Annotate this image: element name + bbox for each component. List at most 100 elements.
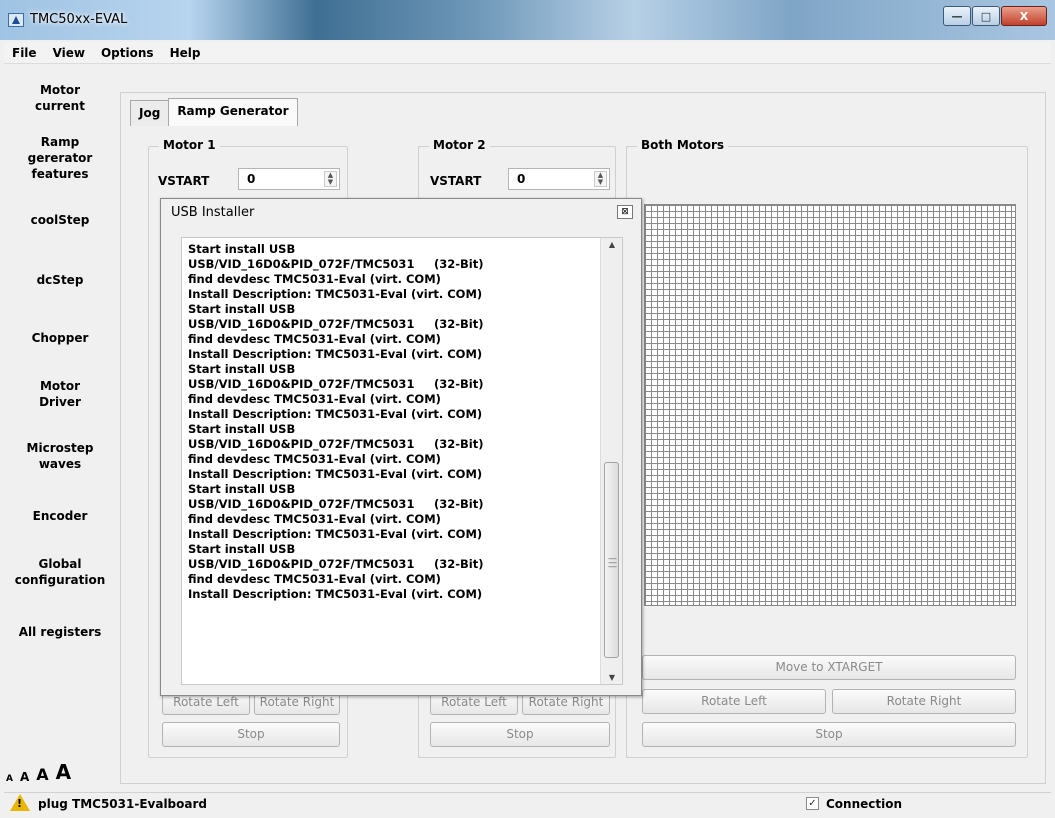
log-line: Install Description: TMC5031-Eval (virt.… <box>188 347 598 362</box>
dialog-title: USB Installer <box>171 205 255 220</box>
font-size-m[interactable]: A <box>36 765 48 784</box>
menu-view[interactable]: View <box>53 46 85 60</box>
log-line-text: Install Description: TMC5031-Eval (virt.… <box>188 527 483 541</box>
log-line-text: USB/VID_16D0&PID_072F/TMC5031 <box>188 497 415 511</box>
motor1-vstart-input[interactable]: 0 ▲ ▼ <box>238 168 340 190</box>
log-line-text: USB/VID_16D0&PID_072F/TMC5031 <box>188 377 415 391</box>
motor1-vstart-label: VSTART <box>158 174 210 188</box>
motor2-stop-button[interactable]: Stop <box>430 722 610 747</box>
font-size-s[interactable]: A <box>20 770 29 784</box>
motion-grid <box>644 204 1016 606</box>
sidebar-item-all-registers[interactable]: All registers <box>4 624 116 640</box>
log-line-text: Start install USB <box>188 302 296 316</box>
sidebar-item-encoder[interactable]: Encoder <box>4 508 116 524</box>
log-line-bits: (32-Bit) <box>434 377 484 391</box>
log-line-text: find devdesc TMC5031-Eval (virt. COM) <box>188 512 441 526</box>
sidebar-item-label: coolStep <box>30 213 90 227</box>
log-line: Install Description: TMC5031-Eval (virt.… <box>188 407 598 422</box>
log-line-text: Install Description: TMC5031-Eval (virt.… <box>188 407 483 421</box>
menu-file[interactable]: File <box>12 46 37 60</box>
log-line: Start install USB <box>188 242 598 257</box>
log-line: Install Description: TMC5031-Eval (virt.… <box>188 527 598 542</box>
log-line: Install Description: TMC5031-Eval (virt.… <box>188 467 598 482</box>
install-log[interactable]: Start install USB USB/VID_16D0&PID_072F/T… <box>181 237 623 685</box>
log-line-text: find devdesc TMC5031-Eval (virt. COM) <box>188 392 441 406</box>
motor1-title: Motor 1 <box>159 138 220 152</box>
connection-label: Connection <box>826 797 903 811</box>
sidebar-item-label: Chopper <box>31 331 89 345</box>
log-line-text: Start install USB <box>188 422 296 436</box>
log-line-text: USB/VID_16D0&PID_072F/TMC5031 <box>188 317 415 331</box>
log-line-text: find devdesc TMC5031-Eval (virt. COM) <box>188 452 441 466</box>
status-bar: ! plug TMC5031-Evalboard ✓ Connection <box>4 792 1051 814</box>
log-line-text: Start install USB <box>188 242 296 256</box>
log-line: USB/VID_16D0&PID_072F/TMC5031 (32-Bit) <box>188 497 598 512</box>
log-line-text: find devdesc TMC5031-Eval (virt. COM) <box>188 572 441 586</box>
sidebar-item-label: dcStep <box>36 273 84 287</box>
menu-bar: File View Options Help <box>4 42 1051 64</box>
log-line: USB/VID_16D0&PID_072F/TMC5031 (32-Bit) <box>188 257 598 272</box>
status-message: plug TMC5031-Evalboard <box>38 797 207 811</box>
motor2-vstart-label: VSTART <box>430 174 482 188</box>
close-button[interactable]: X <box>1001 6 1047 26</box>
log-lines: Start install USB USB/VID_16D0&PID_072F/T… <box>188 242 598 602</box>
log-line: find devdesc TMC5031-Eval (virt. COM) <box>188 512 598 527</box>
sidebar-item-motor-current[interactable]: Motor current <box>4 82 116 114</box>
log-line: find devdesc TMC5031-Eval (virt. COM) <box>188 332 598 347</box>
minimize-button[interactable]: — <box>943 6 971 26</box>
connection-checkbox[interactable]: ✓ <box>806 797 819 810</box>
menu-help[interactable]: Help <box>170 46 201 60</box>
motor2-vstart-value: 0 <box>517 172 526 186</box>
sidebar-item-label: Microstep waves <box>26 441 94 471</box>
sidebar-item-label: All registers <box>18 625 102 639</box>
sidebar-item-global-configuration[interactable]: Global configuration <box>4 556 116 588</box>
warning-glyph: ! <box>17 797 23 810</box>
sidebar-item-ramp-generator-features[interactable]: Ramp gererator features <box>4 134 116 182</box>
log-line-text: Start install USB <box>188 362 296 376</box>
log-line: Start install USB <box>188 482 598 497</box>
scroll-thumb[interactable]: — — — <box>604 462 619 658</box>
log-scrollbar[interactable]: ▲ — — — ▼ <box>600 238 622 684</box>
motor2-vstart-input[interactable]: 0 ▲ ▼ <box>508 168 610 190</box>
menu-options[interactable]: Options <box>101 46 154 60</box>
app-icon <box>8 13 24 27</box>
sidebar-item-coolstep[interactable]: coolStep <box>4 212 116 228</box>
log-line-text: USB/VID_16D0&PID_072F/TMC5031 <box>188 437 415 451</box>
tab-ramp-generator[interactable]: Ramp Generator <box>168 98 298 126</box>
window-title: TMC50xx-EVAL <box>30 12 128 27</box>
sidebar-item-microstep-waves[interactable]: Microstep waves <box>4 440 116 472</box>
move-to-xtarget-button[interactable]: Move to XTARGET <box>642 655 1016 680</box>
sidebar: Motor current Ramp gererator features co… <box>4 66 116 790</box>
sidebar-item-chopper[interactable]: Chopper <box>4 330 116 346</box>
both-rotate-left-button[interactable]: Rotate Left <box>642 689 826 714</box>
sidebar-item-motor-driver[interactable]: Motor Driver <box>4 378 116 410</box>
sidebar-item-label: Encoder <box>32 509 88 523</box>
both-stop-button[interactable]: Stop <box>642 722 1016 747</box>
font-size-selector: A A A A <box>6 760 78 784</box>
log-line: find devdesc TMC5031-Eval (virt. COM) <box>188 392 598 407</box>
motor1-vstart-value: 0 <box>247 172 256 186</box>
tab-jog[interactable]: Jog <box>130 100 170 126</box>
log-line-text: Install Description: TMC5031-Eval (virt.… <box>188 347 483 361</box>
log-line-text: find devdesc TMC5031-Eval (virt. COM) <box>188 272 441 286</box>
title-bar: TMC50xx-EVAL — □ X <box>0 0 1055 40</box>
motor1-stop-button[interactable]: Stop <box>162 722 340 747</box>
spinner-arrows-icon[interactable]: ▲ ▼ <box>324 171 337 187</box>
tab-bar: Jog Ramp Generator <box>130 98 298 126</box>
log-line-text: Start install USB <box>188 542 296 556</box>
font-size-l[interactable]: A <box>56 760 71 784</box>
font-size-xs[interactable]: A <box>6 774 13 784</box>
scroll-down-icon[interactable]: ▼ <box>601 673 623 682</box>
log-line-bits: (32-Bit) <box>434 557 484 571</box>
log-line: find devdesc TMC5031-Eval (virt. COM) <box>188 452 598 467</box>
both-rotate-right-button[interactable]: Rotate Right <box>832 689 1016 714</box>
dialog-close-icon[interactable]: ⊠ <box>617 205 633 219</box>
scroll-up-icon[interactable]: ▲ <box>601 240 623 249</box>
log-line: find devdesc TMC5031-Eval (virt. COM) <box>188 572 598 587</box>
maximize-button[interactable]: □ <box>972 6 1000 26</box>
sidebar-item-dcstep[interactable]: dcStep <box>4 272 116 288</box>
spinner-arrows-icon[interactable]: ▲ ▼ <box>594 171 607 187</box>
sidebar-item-label: Motor Driver <box>39 379 81 409</box>
log-line-text: USB/VID_16D0&PID_072F/TMC5031 <box>188 257 415 271</box>
log-line-text: USB/VID_16D0&PID_072F/TMC5031 <box>188 557 415 571</box>
